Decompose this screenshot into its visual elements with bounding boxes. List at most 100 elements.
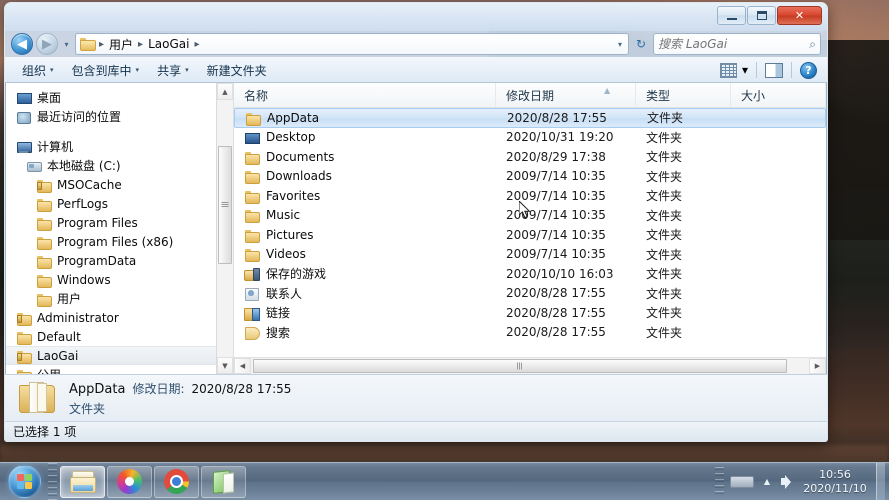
table-row[interactable]: 链接 2020/8/28 17:55 文件夹 xyxy=(234,303,826,323)
table-row[interactable]: 保存的游戏 2020/10/10 16:03 文件夹 xyxy=(234,264,826,284)
breadcrumb-item-laogai[interactable]: LaoGai xyxy=(146,37,191,51)
sidebar-item[interactable]: LaoGai xyxy=(6,346,233,365)
breadcrumb-item-users[interactable]: 用户 xyxy=(107,36,135,53)
navpane-vertical-scrollbar[interactable]: ▲ ▼ xyxy=(216,83,233,374)
include-in-library-button[interactable]: 包含到库中 ▾ xyxy=(63,59,149,82)
change-view-icon[interactable] xyxy=(719,62,737,78)
file-type-cell: 文件夹 xyxy=(646,130,683,145)
table-row[interactable]: Pictures 2009/7/14 10:35 文件夹 xyxy=(234,225,826,245)
search-input[interactable] xyxy=(658,37,810,51)
table-row[interactable]: 搜索 2020/8/28 17:55 文件夹 xyxy=(234,323,826,343)
window-titlebar[interactable]: ✕ xyxy=(5,3,827,31)
column-header-name[interactable]: 名称 xyxy=(234,83,496,107)
sort-ascending-icon: ▲ xyxy=(604,86,611,95)
file-name-cell: 链接 xyxy=(234,303,496,323)
column-header-type[interactable]: 类型 xyxy=(636,83,731,107)
explorer-body: 桌面 最近访问的位置 计算机 本地磁盘 (C:) MSOCache PerfLogs Pro… xyxy=(5,83,827,374)
maximize-button[interactable] xyxy=(747,6,776,25)
sidebar-item[interactable]: Program Files (x86) xyxy=(6,232,233,251)
command-bar-right: ▾ ? xyxy=(719,61,819,79)
table-row[interactable]: Videos 2009/7/14 10:35 文件夹 xyxy=(234,245,826,265)
taskbar-item-google-chrome[interactable] xyxy=(154,465,199,498)
hscroll-track[interactable] xyxy=(251,358,809,374)
address-history-caret-icon[interactable]: ▾ xyxy=(614,40,626,49)
table-row[interactable]: AppData 2020/8/28 17:55 文件夹 xyxy=(234,108,826,128)
hscroll-left-button[interactable]: ◀ xyxy=(234,358,251,374)
sidebar-item-label: Windows xyxy=(57,272,111,287)
scroll-down-button[interactable]: ▼ xyxy=(217,357,233,374)
share-button[interactable]: 共享 ▾ xyxy=(148,59,198,82)
chevron-down-icon[interactable]: ▾ xyxy=(742,63,748,77)
scroll-track[interactable] xyxy=(217,100,233,357)
taskbar-item-firefox[interactable] xyxy=(107,465,152,498)
back-button[interactable]: ◀ xyxy=(11,33,33,55)
table-row[interactable]: Desktop 2020/10/31 19:20 文件夹 xyxy=(234,128,826,148)
help-icon[interactable]: ? xyxy=(800,61,817,79)
start-button[interactable] xyxy=(0,463,48,500)
column-header-size[interactable]: 大小 xyxy=(731,83,826,107)
forward-button[interactable]: ▶ xyxy=(36,33,58,55)
hscroll-right-button[interactable]: ▶ xyxy=(809,358,826,374)
recent-pages-dropdown-icon[interactable]: ▾ xyxy=(61,40,72,49)
taskbar-grip-icon[interactable] xyxy=(48,462,57,500)
address-bar[interactable]: ▸ 用户 ▸ LaoGai ▸ ▾ xyxy=(75,33,629,55)
search-box[interactable]: ⌕ xyxy=(653,33,821,55)
file-date-cell: 2020/8/28 17:55 xyxy=(506,286,606,301)
column-header-date-modified[interactable]: 修改日期 xyxy=(496,83,636,107)
sidebar-item[interactable]: Default xyxy=(6,327,233,346)
sidebar-item[interactable]: 用户 xyxy=(6,289,233,308)
sidebar-item[interactable]: 桌面 xyxy=(6,88,233,107)
sidebar-item[interactable]: PerfLogs xyxy=(6,194,233,213)
scroll-grip-icon xyxy=(221,202,229,209)
lock-icon xyxy=(37,181,42,190)
sidebar-item[interactable]: Administrator xyxy=(6,308,233,327)
new-folder-button[interactable]: 新建文件夹 xyxy=(198,59,276,82)
taskbar: ▲ 10:56 2020/11/10 xyxy=(0,462,889,500)
sidebar-item-label: Default xyxy=(37,329,81,344)
preview-pane-icon[interactable] xyxy=(765,62,783,78)
organize-button[interactable]: 组织 ▾ xyxy=(13,59,63,82)
details-date-value: 2020/8/28 17:55 xyxy=(191,381,292,396)
show-desktop-button[interactable] xyxy=(876,462,885,500)
clock-time: 10:56 xyxy=(819,467,851,481)
folder-icon xyxy=(36,292,52,307)
details-date-label: 修改日期: xyxy=(132,381,185,396)
hscroll-thumb[interactable] xyxy=(253,359,787,373)
refresh-icon[interactable]: ↻ xyxy=(632,37,650,51)
breadcrumb-separator-2[interactable]: ▸ xyxy=(193,39,200,50)
sidebar-item-label: 计算机 xyxy=(37,140,74,154)
breadcrumb-separator-0[interactable]: ▸ xyxy=(98,39,105,50)
sidebar-item[interactable]: 公用 xyxy=(6,365,233,374)
table-row[interactable]: Music 2009/7/14 10:35 文件夹 xyxy=(234,206,826,226)
table-row[interactable]: Downloads 2009/7/14 10:35 文件夹 xyxy=(234,167,826,187)
file-name-cell: Documents xyxy=(234,147,496,167)
show-hidden-icons-icon[interactable]: ▲ xyxy=(760,475,774,489)
file-date-cell: 2009/7/14 10:35 xyxy=(506,208,606,223)
taskbar-item-windows-explorer[interactable] xyxy=(60,465,105,498)
tray-grip-icon[interactable] xyxy=(715,466,724,497)
table-row[interactable]: Documents 2020/8/29 17:38 文件夹 xyxy=(234,147,826,167)
file-size-cell xyxy=(731,147,826,167)
sidebar-item[interactable]: 计算机 xyxy=(6,137,233,156)
table-row[interactable]: 联系人 2020/8/28 17:55 文件夹 xyxy=(234,284,826,304)
folder-icon xyxy=(244,189,260,204)
scroll-up-button[interactable]: ▲ xyxy=(217,83,233,100)
table-row[interactable]: Favorites 2009/7/14 10:35 文件夹 xyxy=(234,186,826,206)
minimize-button[interactable] xyxy=(717,6,746,25)
sidebar-item[interactable]: Windows xyxy=(6,270,233,289)
volume-icon[interactable] xyxy=(780,474,796,490)
sidebar-item[interactable]: Program Files xyxy=(6,213,233,232)
clock[interactable]: 10:56 2020/11/10 xyxy=(802,468,868,496)
folder-preview-icon xyxy=(19,381,57,415)
tray-app-icon[interactable] xyxy=(730,475,754,488)
sidebar-item[interactable]: ProgramData xyxy=(6,251,233,270)
sidebar-item[interactable]: 本地磁盘 (C:) xyxy=(6,156,233,175)
file-type-cell: 文件夹 xyxy=(646,325,683,340)
close-button[interactable]: ✕ xyxy=(777,6,822,25)
sidebar-item[interactable]: MSOCache xyxy=(6,175,233,194)
sidebar-item[interactable]: 最近访问的位置 xyxy=(6,107,233,126)
taskbar-item-notes-app[interactable] xyxy=(201,465,246,498)
breadcrumb-separator-1[interactable]: ▸ xyxy=(137,39,144,50)
file-list-horizontal-scrollbar[interactable]: ◀ ▶ xyxy=(234,357,826,374)
scroll-thumb[interactable] xyxy=(218,146,232,265)
